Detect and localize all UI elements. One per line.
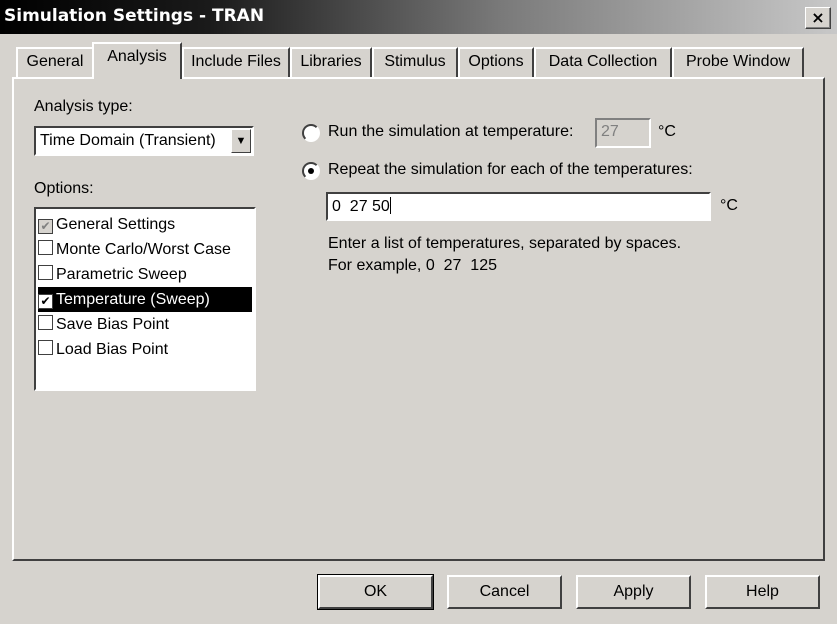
run-at-temperature-radio[interactable] (302, 124, 320, 142)
tab-probe-window[interactable]: Probe Window (672, 47, 804, 77)
options-label: Options: (34, 180, 94, 197)
checkbox-unchecked-icon[interactable] (38, 240, 53, 255)
option-label: General Settings (56, 216, 176, 233)
option-load-bias-point[interactable]: Load Bias Point (38, 337, 252, 362)
tab-data-collection[interactable]: Data Collection (534, 47, 672, 77)
radio-selected-dot (308, 168, 314, 174)
chevron-down-icon[interactable]: ▼ (231, 129, 251, 153)
option-label: Temperature (Sweep) (56, 291, 210, 308)
checkbox-unchecked-icon[interactable] (38, 340, 53, 355)
option-temperature-sweep[interactable]: ✔ Temperature (Sweep) (38, 287, 252, 312)
option-monte-carlo[interactable]: Monte Carlo/Worst Case (38, 237, 252, 262)
cancel-button[interactable]: Cancel (447, 575, 562, 609)
checkbox-checked-icon[interactable]: ✔ (38, 219, 53, 234)
hint-line-1: Enter a list of temperatures, separated … (328, 235, 682, 252)
repeat-temperatures-label: Repeat the simulation for each of the te… (328, 161, 693, 178)
window-title: Simulation Settings - TRAN (4, 6, 265, 26)
options-list[interactable]: ✔ General Settings Monte Carlo/Worst Case… (34, 207, 256, 391)
option-general-settings[interactable]: ✔ General Settings (38, 212, 252, 237)
analysis-type-value: Time Domain (Transient) (40, 132, 216, 149)
option-label: Monte Carlo/Worst Case (56, 241, 231, 258)
option-parametric-sweep[interactable]: Parametric Sweep (38, 262, 252, 287)
option-label: Load Bias Point (56, 341, 169, 358)
tab-libraries[interactable]: Libraries (290, 47, 372, 77)
help-button[interactable]: Help (705, 575, 820, 609)
tab-general[interactable]: General (16, 47, 94, 77)
text-caret (389, 197, 391, 214)
tab-options[interactable]: Options (458, 47, 534, 77)
ok-button[interactable]: OK (317, 574, 434, 610)
temperatures-input[interactable]: 0 27 50 (326, 192, 711, 221)
option-save-bias-point[interactable]: Save Bias Point (38, 312, 252, 337)
run-at-temperature-field: 27 (595, 118, 651, 148)
checkbox-unchecked-icon[interactable] (38, 315, 53, 330)
apply-button[interactable]: Apply (576, 575, 691, 609)
repeat-temperatures-radio[interactable] (302, 162, 320, 180)
option-label: Save Bias Point (56, 316, 169, 333)
tab-stimulus[interactable]: Stimulus (372, 47, 458, 77)
checkbox-checked-icon[interactable]: ✔ (38, 294, 53, 309)
temperature-unit-1: °C (658, 123, 676, 140)
analysis-type-select[interactable]: Time Domain (Transient) ▼ (34, 126, 254, 156)
run-at-temperature-label: Run the simulation at temperature: (328, 123, 574, 140)
tab-include-files[interactable]: Include Files (182, 47, 290, 77)
title-bar: Simulation Settings - TRAN × (0, 0, 837, 34)
temperatures-input-value: 0 27 50 (332, 198, 390, 215)
option-label: Parametric Sweep (56, 266, 187, 283)
temperature-unit-2: °C (720, 197, 738, 214)
checkbox-unchecked-icon[interactable] (38, 265, 53, 280)
analysis-type-label: Analysis type: (34, 98, 133, 115)
close-button[interactable]: × (805, 7, 831, 29)
hint-line-2: For example, 0 27 125 (328, 257, 497, 274)
tab-analysis[interactable]: Analysis (92, 42, 182, 79)
